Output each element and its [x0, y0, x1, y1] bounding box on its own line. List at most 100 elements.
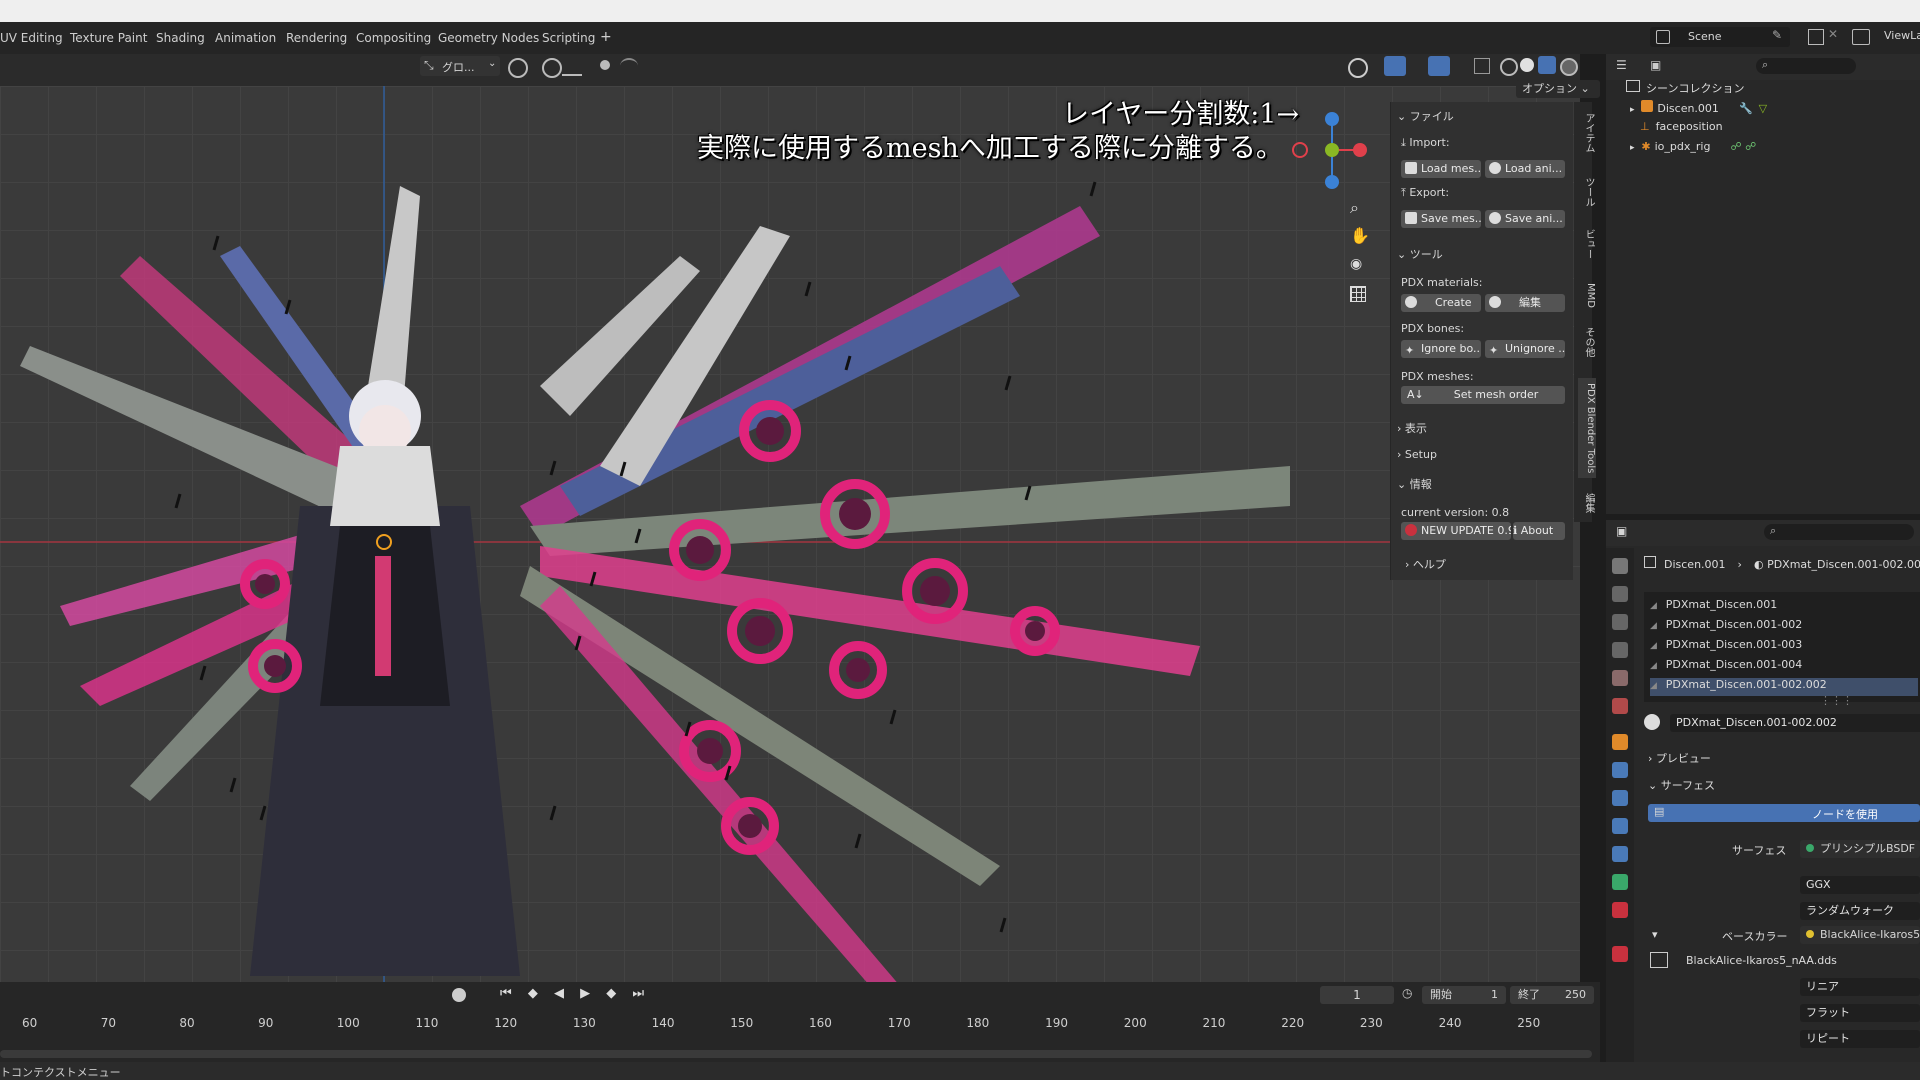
about-button[interactable]: ℹ About — [1513, 522, 1565, 540]
list-resize-handle[interactable]: ⋮⋮⋮ — [1820, 694, 1853, 707]
tab-pdx-blender-tools[interactable]: PDX Blender Tools — [1578, 378, 1596, 478]
base-color-field[interactable]: BlackAlice-Ikaros5_ — [1800, 926, 1920, 944]
outliner-item-faceposition[interactable]: ⊥ faceposition — [1640, 120, 1723, 133]
tab-item[interactable]: アイテム — [1578, 108, 1596, 158]
render-tab-icon[interactable] — [1612, 586, 1628, 602]
modifier-tab-icon[interactable] — [1612, 762, 1628, 778]
new-scene-icon[interactable] — [1808, 29, 1824, 45]
material-name-field[interactable]: PDXmat_Discen.001-002.002 — [1670, 714, 1920, 732]
tab-uv-editing[interactable]: UV Editing — [0, 31, 63, 45]
save-mesh-button[interactable]: Save mes... — [1401, 210, 1481, 228]
outliner-item-discen[interactable]: ▸ Discen.001 🔧 ▽ — [1630, 100, 1767, 115]
image-name[interactable]: BlackAlice-Ikaros5_nAA.dds — [1686, 954, 1837, 967]
subsurface-method-dropdown[interactable]: ランダムウォーク — [1800, 902, 1920, 920]
scene-collection-row[interactable]: シーンコレクション — [1626, 80, 1744, 96]
tool-tab-icon[interactable] — [1612, 558, 1628, 574]
new-update-button[interactable]: NEW UPDATE 0.9 — [1401, 522, 1511, 540]
properties-search-input[interactable]: ⌕ — [1764, 524, 1914, 540]
tools-section-header[interactable]: ⌄ ツール — [1391, 246, 1573, 262]
options-dropdown[interactable]: オプション ⌄ — [1516, 80, 1600, 98]
proportional-edit-icon[interactable] — [600, 60, 610, 70]
tab-geometry-nodes[interactable]: Geometry Nodes — [438, 31, 539, 45]
ignore-bones-button[interactable]: ✦ Ignore bo... — [1401, 340, 1481, 358]
editor-type-icon[interactable]: ▣ — [1616, 524, 1627, 538]
record-button[interactable] — [452, 988, 466, 1002]
edit-material-button[interactable]: 編集 — [1485, 294, 1565, 312]
tab-edit[interactable]: 編集 — [1578, 488, 1596, 518]
set-mesh-order-button[interactable]: A↓ Set mesh order — [1401, 386, 1565, 404]
wireframe-shading-icon[interactable] — [1500, 58, 1518, 76]
material-slot-item[interactable]: ◢ PDXmat_Discen.001-003 — [1650, 638, 1918, 656]
tab-misc[interactable]: その他 — [1578, 320, 1596, 364]
tab-view[interactable]: ビュー — [1578, 222, 1596, 266]
gizmo-toggle-icon[interactable] — [1384, 56, 1406, 76]
outliner-search-input[interactable]: ⌕ — [1756, 58, 1856, 74]
material-browse-icon[interactable] — [1644, 714, 1660, 730]
current-frame-field[interactable]: 1 — [1320, 986, 1394, 1004]
scene-selector[interactable]: Scene ✎ — [1650, 27, 1790, 47]
physics-tab-icon[interactable] — [1612, 818, 1628, 834]
particles-tab-icon[interactable] — [1612, 790, 1628, 806]
material-slot-item[interactable]: ◢ PDXmat_Discen.001 — [1650, 598, 1918, 616]
tab-rendering[interactable]: Rendering — [286, 31, 347, 45]
display-section-header[interactable]: › 表示 — [1391, 420, 1573, 436]
load-anim-button[interactable]: Load ani... — [1485, 160, 1565, 178]
tab-tool[interactable]: ツール — [1578, 170, 1596, 214]
overlay-toggle-icon[interactable] — [1428, 56, 1450, 76]
timeline-scrollbar[interactable] — [0, 1050, 1592, 1058]
tab-animation[interactable]: Animation — [215, 31, 276, 45]
tab-scripting[interactable]: Scripting — [542, 31, 595, 45]
snap-icon[interactable] — [542, 58, 562, 78]
view-layer-tab-icon[interactable] — [1612, 642, 1628, 658]
material-slot-item[interactable]: ◢ PDXmat_Discen.001-004 — [1650, 658, 1918, 676]
expand-icon[interactable]: ▾ — [1652, 928, 1658, 941]
distribution-dropdown[interactable]: GGX — [1800, 876, 1920, 894]
pan-hand-icon[interactable]: ✋ — [1350, 226, 1370, 245]
interpolation-dropdown[interactable]: リニア — [1800, 978, 1920, 996]
extension-dropdown[interactable]: リピート — [1800, 1030, 1920, 1048]
3d-viewport[interactable] — [0, 86, 1580, 982]
tab-mmd[interactable]: MMD — [1578, 278, 1596, 312]
tab-texture-paint[interactable]: Texture Paint — [70, 31, 147, 45]
world-tab-icon[interactable] — [1612, 698, 1628, 714]
info-section-header[interactable]: ⌄ 情報 — [1391, 476, 1573, 492]
zoom-icon[interactable]: ⌕ — [1350, 198, 1359, 218]
setup-section-header[interactable]: › Setup — [1391, 448, 1573, 461]
help-section-header[interactable]: › ヘルプ — [1405, 556, 1587, 572]
image-icon[interactable] — [1650, 952, 1668, 968]
rendered-shading-icon[interactable] — [1560, 58, 1578, 76]
surface-section[interactable]: ⌄ サーフェス — [1648, 777, 1715, 793]
transform-orientation-dropdown[interactable]: ⤡ グロ... ⌄ — [420, 56, 500, 76]
playback-controls[interactable]: ⏮ ◆ ◀ ▶ ◆ ⏭ — [500, 986, 650, 1001]
tab-shading[interactable]: Shading — [156, 31, 205, 45]
display-mode-icon[interactable]: ▣ — [1650, 58, 1661, 72]
save-anim-button[interactable]: Save ani... — [1485, 210, 1565, 228]
object-tab-icon[interactable] — [1612, 734, 1628, 750]
material-slot-item[interactable]: ◢ PDXmat_Discen.001-002.002 — [1650, 678, 1918, 696]
scene-tab-icon[interactable] — [1612, 670, 1628, 686]
falloff-icon[interactable] — [620, 58, 638, 74]
end-frame-field[interactable]: 終了 250 — [1510, 986, 1594, 1004]
pivot-point-icon[interactable] — [508, 58, 528, 78]
outliner-item-rig[interactable]: ▸ ✱ io_pdx_rig ☍ ☍ — [1630, 140, 1756, 153]
view-layer-name[interactable]: ViewLa — [1884, 29, 1920, 42]
grid-view-icon[interactable] — [1350, 286, 1366, 302]
xray-icon[interactable] — [1474, 58, 1490, 74]
navigation-gizmo[interactable] — [1288, 108, 1368, 192]
snap-target-icon[interactable] — [562, 58, 582, 76]
unignore-bones-button[interactable]: ✦ Unignore ... — [1485, 340, 1565, 358]
surface-shader-field[interactable]: プリンシプルBSDF — [1800, 840, 1920, 858]
material-shading-icon[interactable] — [1538, 56, 1556, 74]
solid-shading-icon[interactable] — [1520, 58, 1534, 72]
create-material-button[interactable]: Create — [1401, 294, 1481, 312]
constraints-tab-icon[interactable] — [1612, 846, 1628, 862]
projection-dropdown[interactable]: フラット — [1800, 1004, 1920, 1022]
material-slot-item[interactable]: ◢ PDXmat_Discen.001-002 — [1650, 618, 1918, 636]
preview-section[interactable]: › プレビュー — [1648, 750, 1711, 766]
load-mesh-button[interactable]: Load mes... — [1401, 160, 1481, 178]
file-section-header[interactable]: ⌄ ファイル — [1391, 108, 1573, 124]
start-frame-field[interactable]: 開始 1 — [1422, 986, 1506, 1004]
data-tab-icon[interactable] — [1612, 874, 1628, 890]
delete-scene-icon[interactable]: ✕ — [1828, 27, 1838, 41]
editor-type-icon[interactable]: ☰ — [1616, 58, 1627, 72]
